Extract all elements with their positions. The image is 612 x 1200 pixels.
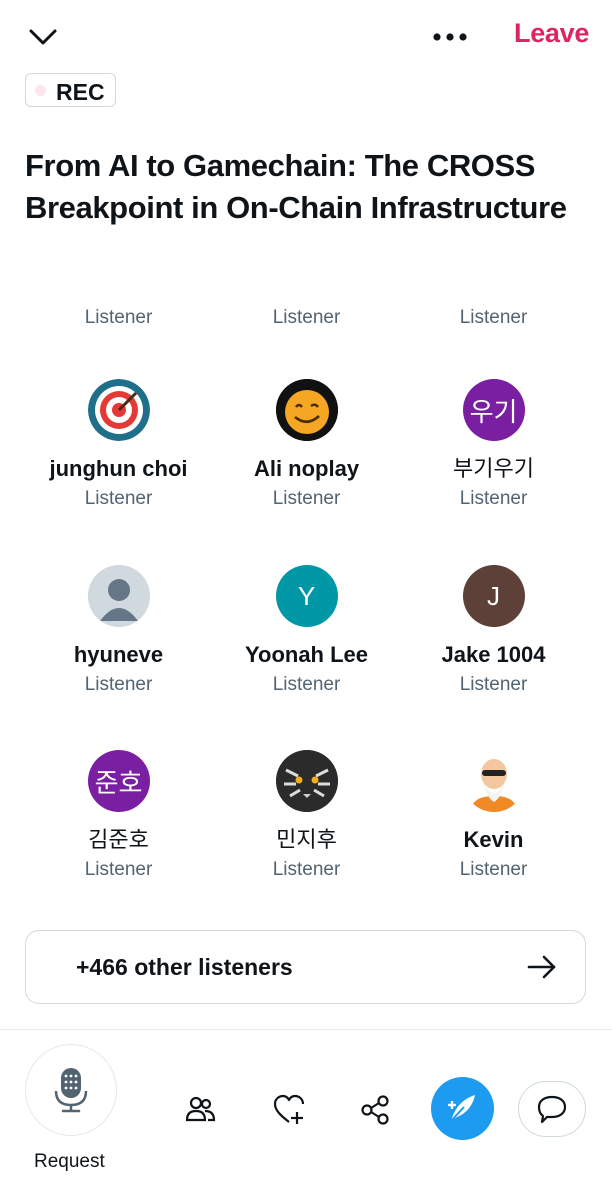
participant-role: Listener [459, 488, 528, 509]
participant-cell[interactable]: Listener [400, 268, 587, 329]
microphone-icon [54, 1067, 87, 1112]
participant-role: Listener [272, 859, 341, 880]
avatar[interactable]: Y [275, 565, 338, 627]
target-icon [87, 379, 150, 441]
recording-dot-icon [35, 85, 46, 96]
participant-role: Listener [84, 674, 153, 695]
top-bar: Leave [0, 0, 612, 70]
participant-cell[interactable]: Listener [25, 268, 212, 329]
compose-post-button[interactable] [431, 1077, 494, 1140]
participant-cell[interactable]: Ali noplay Listener [213, 379, 400, 510]
participant-name: Kevin [463, 827, 524, 852]
default-user-icon [87, 565, 150, 627]
participant-name [25, 275, 212, 301]
participant-cell[interactable]: 민지후 Listener [213, 750, 400, 881]
request-button[interactable] [25, 1044, 117, 1136]
avatar-initials: 준호 [94, 767, 143, 798]
participant-name: 김준호 [88, 827, 149, 852]
recording-badge: REC [25, 73, 116, 107]
avatar-initials: 우기 [469, 396, 518, 427]
tiger-icon [275, 750, 338, 812]
people-icon[interactable] [183, 1092, 217, 1126]
divider [0, 1029, 612, 1030]
participant-cell[interactable]: junghun choi Listener [25, 379, 212, 510]
participant-role: Listener [272, 307, 341, 328]
old-man-icon [462, 750, 525, 812]
participant-role: Listener [459, 859, 528, 880]
other-listeners-label: +466 other listeners [76, 954, 293, 980]
avatar-initials: J [487, 580, 500, 611]
chat-bubble-icon [537, 1095, 566, 1123]
participant-role: Listener [459, 307, 528, 328]
participant-role: Listener [84, 859, 153, 880]
participant-name: junghun choi [49, 456, 188, 481]
participant-name: 민지후 [276, 827, 337, 852]
participant-role: Listener [272, 674, 341, 695]
participant-cell[interactable]: Kevin Listener [400, 750, 587, 881]
recording-label: REC [56, 79, 105, 105]
chevron-down-icon[interactable] [26, 20, 60, 54]
comments-button[interactable] [518, 1081, 586, 1137]
participant-name: Ali noplay [253, 456, 360, 481]
avatar-initials: Y [297, 580, 316, 611]
more-options-icon[interactable] [430, 22, 470, 52]
space-title: From AI to Gamechain: The CROSS Breakpoi… [25, 148, 567, 225]
participant-cell[interactable]: Listener [213, 268, 400, 329]
avatar[interactable] [87, 379, 150, 441]
arrow-right-icon [527, 955, 556, 979]
participant-name: 부기우기 [453, 456, 534, 481]
avatar[interactable] [275, 379, 338, 441]
smiley-icon [275, 379, 338, 441]
participant-name: Yoonah Lee [244, 642, 369, 667]
participant-cell[interactable]: J Jake 1004 Listener [400, 565, 587, 696]
participant-cell[interactable]: 우기 부기우기 Listener [400, 379, 587, 510]
avatar[interactable] [462, 750, 525, 812]
feather-icon [448, 1095, 475, 1122]
leave-button[interactable]: Leave [514, 18, 589, 49]
participant-role: Listener [459, 674, 528, 695]
participant-cell[interactable]: 준호 김준호 Listener [25, 750, 212, 881]
participant-role: Listener [84, 488, 153, 509]
heart-plus-icon[interactable] [272, 1093, 306, 1127]
participant-role: Listener [84, 307, 153, 328]
participant-name [400, 275, 587, 301]
participant-name: Jake 1004 [441, 642, 546, 667]
participant-name [213, 275, 400, 301]
other-listeners-button[interactable]: +466 other listeners [25, 930, 586, 1004]
avatar[interactable]: J [462, 565, 525, 627]
avatar[interactable] [275, 750, 338, 812]
avatar[interactable]: 준호 [87, 750, 150, 812]
participant-cell[interactable]: Y Yoonah Lee Listener [213, 565, 400, 696]
participant-name: hyuneve [73, 642, 164, 667]
avatar[interactable]: 우기 [462, 379, 525, 441]
participant-role: Listener [272, 488, 341, 509]
participants-grid: Listener Listener Listener junghun choi … [0, 268, 612, 908]
participant-cell[interactable]: hyuneve Listener [25, 565, 212, 696]
share-icon[interactable] [358, 1093, 392, 1127]
avatar[interactable] [87, 565, 150, 627]
request-label: Request [34, 1151, 105, 1172]
